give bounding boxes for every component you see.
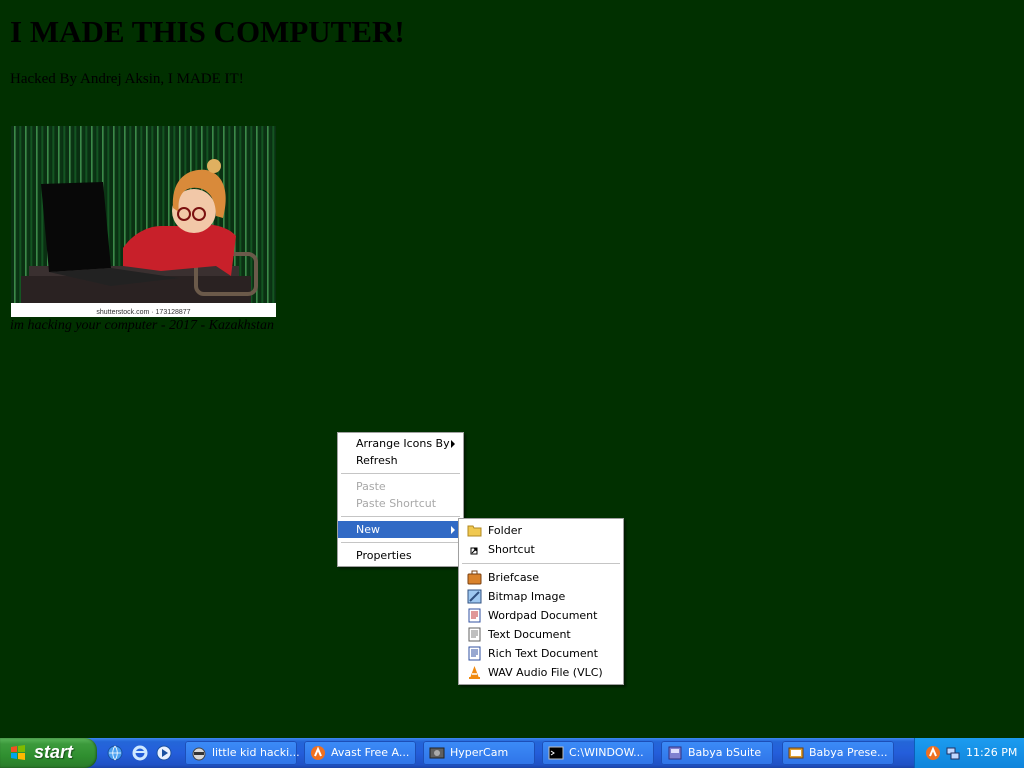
new-bitmap-item[interactable]: Bitmap Image [459,587,623,606]
new-text-item[interactable]: Text Document [459,625,623,644]
desktop[interactable]: I MADE THIS COMPUTER! Hacked By Andrej A… [0,0,1024,738]
quick-launch-globe-icon[interactable] [107,745,123,761]
taskbar-button-hypercam[interactable]: HyperCam [423,741,535,765]
menu-separator [341,473,460,474]
new-rich-text-item[interactable]: Rich Text Document [459,644,623,663]
taskbar: start little kid hacki... Avast Free A..… [0,738,1024,768]
desktop-context-menu: Arrange Icons By Refresh Paste Paste Sho… [337,432,464,567]
menu-item-label: Arrange Icons By [356,437,450,450]
menu-item-label: New [356,523,380,536]
vlc-cone-icon [469,666,480,679]
menu-item-paste-shortcut: Paste Shortcut [338,495,463,512]
taskbar-button-label: little kid hacki... [212,746,300,759]
rich-text-document-icon [468,646,481,661]
hypercam-icon [429,747,445,759]
hack-message: im hacking your computer - 2017 - Kazakh… [10,318,275,333]
new-briefcase-item[interactable]: Briefcase [459,568,623,587]
shortcut-icon [470,547,478,555]
command-prompt-icon [548,746,564,760]
windows-logo-icon [11,745,25,760]
new-folder-item[interactable]: Folder [459,521,623,540]
text-document-icon [468,627,481,642]
folder-icon [467,525,482,537]
submenu-arrow-icon [451,440,455,448]
new-submenu: Folder Shortcut Briefcase Bitmap Image W… [458,518,624,685]
menu-item-arrange-icons-by[interactable]: Arrange Icons By [338,435,463,452]
menu-item-properties[interactable]: Properties [338,547,463,564]
bitmap-image-icon [467,589,482,604]
clock[interactable]: 11:26 PM [966,746,1017,759]
taskbar-button-label: HyperCam [450,746,509,759]
start-button[interactable]: start [0,738,97,768]
menu-item-refresh[interactable]: Refresh [338,452,463,469]
briefcase-icon [467,570,482,585]
menu-item-label: Refresh [356,454,398,467]
menu-item-label: Shortcut [488,543,535,556]
menu-item-label: Properties [356,549,412,562]
menu-item-label: Bitmap Image [488,590,566,603]
page-title: I MADE THIS COMPUTER! [10,14,405,49]
image-caption: shutterstock.com · 173128877 [96,309,191,316]
taskbar-button-babya-bsuite[interactable]: Babya bSuite [661,741,773,765]
taskbar-button-label: C:\WINDOW... [569,746,644,759]
taskbar-button-command-prompt[interactable]: C:\WINDOW... [542,741,654,765]
page-subtitle: Hacked By Andrej Aksin, I MADE IT! [10,71,244,87]
taskbar-button-avast[interactable]: Avast Free A... [304,741,416,765]
submenu-arrow-icon [451,526,455,534]
raccoon-icon [192,747,206,761]
taskbar-button-label: Babya Prese... [809,746,888,759]
menu-item-label: Briefcase [488,571,540,584]
taskbar-button-babya-present[interactable]: Babya Prese... [782,741,894,765]
media-player-icon[interactable] [156,745,172,761]
avast-icon [311,746,325,760]
menu-item-label: Folder [488,524,522,537]
matrix-background [11,126,276,303]
menu-separator [341,516,460,517]
hacker-kid-photo: shutterstock.com · 173128877 [11,126,276,317]
new-wordpad-item[interactable]: Wordpad Document [459,606,623,625]
babya-present-icon [788,747,804,759]
menu-item-label: Paste [356,480,386,493]
menu-item-paste: Paste [338,478,463,495]
menu-item-label: WAV Audio File (VLC) [488,666,603,679]
internet-explorer-icon[interactable] [132,745,148,761]
taskbar-button-label: Avast Free A... [331,746,410,759]
menu-separator [462,563,620,564]
taskbar-button-browser[interactable]: little kid hacki... [185,741,300,765]
avast-tray-icon[interactable] [925,745,941,761]
new-shortcut-item[interactable]: Shortcut [459,540,623,559]
menu-item-label: Rich Text Document [488,647,598,660]
menu-item-label: Text Document [488,628,571,641]
taskbar-button-label: Babya bSuite [688,746,762,759]
system-tray: 11:26 PM [914,738,1024,768]
menu-item-label: Paste Shortcut [356,497,437,510]
start-label: start [34,742,74,762]
network-tray-icon[interactable] [945,745,961,761]
wordpad-document-icon [468,608,481,623]
menu-item-label: Wordpad Document [488,609,598,622]
new-wav-item[interactable]: WAV Audio File (VLC) [459,663,623,682]
babya-icon [668,746,682,760]
menu-item-new[interactable]: New [338,521,463,538]
menu-separator [341,542,460,543]
